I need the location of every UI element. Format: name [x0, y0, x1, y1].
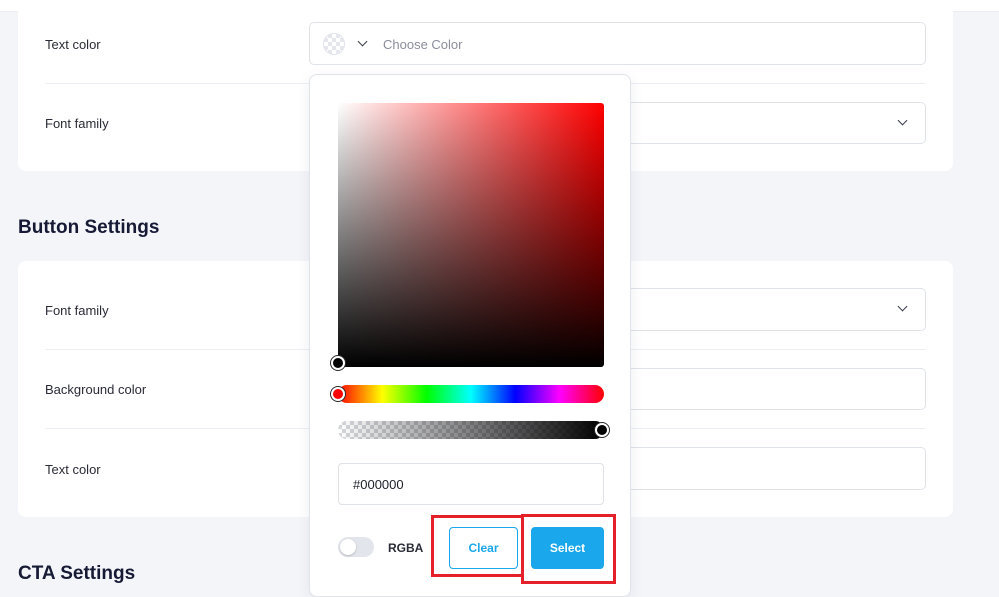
- chevron-down-icon: [897, 115, 908, 126]
- alpha-gradient: [338, 421, 604, 439]
- alpha-handle[interactable]: [595, 423, 609, 437]
- button-text-color-label: Text color: [45, 462, 101, 477]
- choose-color-placeholder: Choose Color: [383, 37, 463, 52]
- rgba-toggle[interactable]: [338, 537, 374, 557]
- toggle-knob: [340, 539, 356, 555]
- cta-settings-title: CTA Settings: [18, 563, 136, 584]
- font-family-label: Font family: [45, 116, 109, 131]
- hue-slider[interactable]: [338, 385, 604, 403]
- rgba-label: RGBA: [388, 541, 424, 555]
- alpha-slider[interactable]: [338, 421, 604, 439]
- background-color-label: Background color: [45, 382, 147, 397]
- transparent-swatch-icon: [323, 33, 345, 55]
- button-settings-title: Button Settings: [18, 217, 160, 238]
- chevron-down-icon[interactable]: [357, 36, 368, 47]
- chevron-down-icon: [897, 301, 908, 312]
- text-color-label: Text color: [45, 37, 101, 52]
- select-button-highlight: [521, 514, 616, 584]
- button-font-family-label: Font family: [45, 303, 109, 318]
- clear-button-highlight: [431, 515, 524, 577]
- hue-handle[interactable]: [331, 387, 345, 401]
- saturation-value-area[interactable]: [338, 103, 604, 367]
- text-color-picker-field[interactable]: Choose Color: [309, 22, 926, 65]
- hex-input[interactable]: [338, 463, 604, 505]
- saturation-handle[interactable]: [331, 356, 345, 370]
